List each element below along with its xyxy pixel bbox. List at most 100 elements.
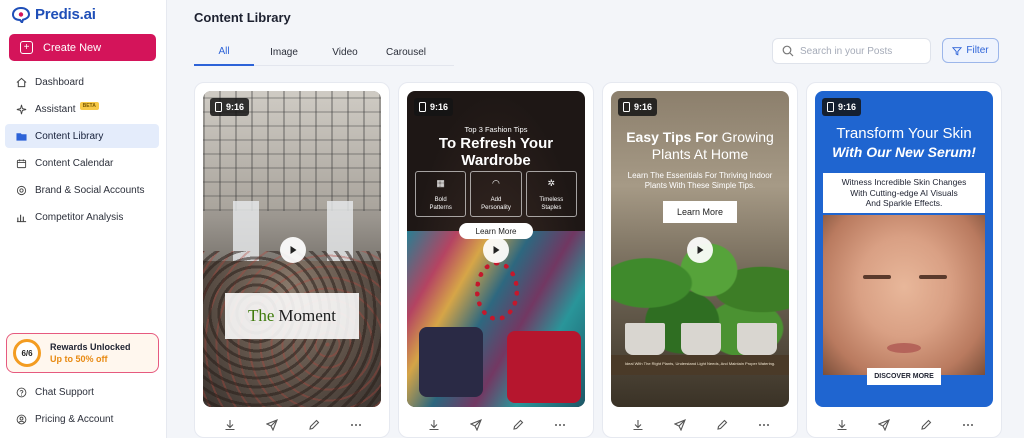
- calendar-icon: [16, 158, 27, 168]
- download-button[interactable]: [222, 417, 238, 433]
- feature-line2: Patterns: [429, 205, 452, 211]
- feature-box: ✲ Timeless Staples: [525, 171, 577, 217]
- publish-button[interactable]: [876, 417, 892, 433]
- edit-button[interactable]: [714, 417, 730, 433]
- card-thumbnail[interactable]: 9:16 Easy Tips For Growing Plants At Hom…: [611, 91, 789, 407]
- aspect-ratio-badge: 9:16: [210, 98, 250, 116]
- sidebar: Predis.ai + Create New Dashboard Assista…: [0, 0, 167, 438]
- content-card[interactable]: 9:16 The Moment: [194, 82, 390, 438]
- feature-line1: Timeless: [539, 197, 564, 203]
- sidebar-item-dashboard[interactable]: Dashboard: [5, 70, 159, 94]
- filter-label: Filter: [966, 45, 989, 56]
- edit-button[interactable]: [510, 417, 526, 433]
- pencil-icon: [921, 419, 932, 430]
- post-body: Witness Incredible Skin Changes With Cut…: [823, 173, 985, 213]
- download-button[interactable]: [426, 417, 442, 433]
- more-icon: [963, 424, 973, 426]
- feature-box: ◠ Add Personality: [470, 171, 522, 217]
- content-card[interactable]: 9:16 Easy Tips For Growing Plants At Hom…: [602, 82, 798, 438]
- beta-badge: BETA: [79, 102, 99, 110]
- ratio-label: 9:16: [226, 102, 245, 112]
- sidebar-item-label: Assistant: [35, 103, 76, 115]
- card-actions: [603, 417, 797, 433]
- star-icon: ✲: [547, 178, 556, 188]
- download-icon: [429, 420, 439, 431]
- sidebar-item-content-calendar[interactable]: Content Calendar: [5, 151, 159, 175]
- sidebar-item-content-library[interactable]: Content Library: [5, 124, 159, 148]
- phone-icon: [215, 102, 222, 112]
- play-button[interactable]: [280, 237, 306, 263]
- send-icon: [470, 419, 482, 431]
- thumbnail-bag: [419, 327, 483, 397]
- main-content: Content Library All Image Video Carousel…: [168, 0, 1024, 438]
- edit-button[interactable]: [306, 417, 322, 433]
- filter-icon: [952, 46, 963, 55]
- sidebar-item-competitor-analysis[interactable]: Competitor Analysis: [5, 205, 159, 229]
- sidebar-bottom-nav: Chat Support Pricing & Account: [5, 380, 159, 434]
- more-button[interactable]: [960, 417, 976, 433]
- tab-image[interactable]: Image: [254, 38, 314, 66]
- rewards-card[interactable]: 6/6 Rewards Unlocked Up to 50% off: [6, 333, 159, 373]
- sidebar-item-assistant[interactable]: Assistant BETA: [5, 97, 159, 121]
- publish-button[interactable]: [672, 417, 688, 433]
- thumbnail-face: [823, 215, 985, 375]
- search-input[interactable]: [800, 45, 920, 57]
- post-title-line2: Wardrobe: [461, 152, 531, 169]
- card-thumbnail[interactable]: 9:16 Transform Your Skin With Our New Se…: [815, 91, 993, 407]
- filter-button[interactable]: Filter: [942, 38, 999, 63]
- folder-icon: [16, 132, 27, 141]
- play-button[interactable]: [687, 237, 713, 263]
- overlay-highlight: The: [247, 306, 275, 325]
- overlay-caption: The Moment: [225, 293, 359, 339]
- send-icon: [266, 419, 278, 431]
- cta-button: Learn More: [663, 201, 737, 223]
- create-new-button[interactable]: + Create New: [9, 34, 156, 61]
- search-box[interactable]: [772, 38, 931, 64]
- card-thumbnail[interactable]: 9:16 The Moment: [203, 91, 381, 407]
- play-button[interactable]: [483, 237, 509, 263]
- post-title-line2: With Our New Serum!: [832, 144, 976, 160]
- download-button[interactable]: [834, 417, 850, 433]
- tab-carousel[interactable]: Carousel: [376, 38, 436, 66]
- play-icon: [493, 246, 500, 254]
- post-body-line3: And Sparkle Effects.: [865, 198, 943, 208]
- logo-text: Predis.ai: [35, 6, 96, 23]
- tab-video[interactable]: Video: [314, 38, 376, 66]
- post-body-line2: Plants With These Simple Tips.: [644, 181, 756, 190]
- edit-button[interactable]: [918, 417, 934, 433]
- logo[interactable]: Predis.ai: [12, 6, 96, 23]
- card-thumbnail[interactable]: 9:16 Top 3 Fashion Tips To Refresh Your …: [407, 91, 585, 407]
- aspect-ratio-badge: 9:16: [618, 98, 658, 116]
- content-card[interactable]: 9:16 Top 3 Fashion Tips To Refresh Your …: [398, 82, 594, 438]
- tab-all[interactable]: All: [194, 38, 254, 66]
- post-body: Learn The Essentials For Thriving Indoor…: [619, 171, 781, 191]
- sidebar-item-label: Content Library: [35, 130, 104, 142]
- sidebar-item-brand-social[interactable]: Brand & Social Accounts: [5, 178, 159, 202]
- more-button[interactable]: [756, 417, 772, 433]
- post-body-line1: Witness Incredible Skin Changes: [841, 177, 967, 187]
- pencil-icon: [309, 419, 320, 430]
- more-icon: [555, 424, 565, 426]
- content-card[interactable]: 9:16 Transform Your Skin With Our New Se…: [806, 82, 1002, 438]
- send-icon: [878, 419, 890, 431]
- post-title: To Refresh Your Wardrobe: [407, 135, 585, 169]
- thumbnail-eye: [919, 275, 947, 279]
- feature-line1: Bold: [434, 197, 447, 203]
- post-title-line2: Plants At Home: [651, 146, 749, 162]
- user-icon: [16, 414, 27, 424]
- sidebar-item-chat-support[interactable]: Chat Support: [5, 380, 159, 404]
- sidebar-item-pricing-account[interactable]: Pricing & Account: [5, 407, 159, 431]
- aspect-ratio-badge: 9:16: [414, 98, 454, 116]
- post-small-title: Top 3 Fashion Tips: [464, 125, 528, 134]
- ratio-label: 9:16: [838, 102, 857, 112]
- thumbnail-pot: [681, 323, 721, 355]
- post-body-line2: With Cutting-edge AI Visuals: [850, 187, 958, 198]
- download-button[interactable]: [630, 417, 646, 433]
- publish-button[interactable]: [468, 417, 484, 433]
- home-icon: [16, 77, 27, 87]
- pencil-icon: [717, 419, 728, 430]
- more-button[interactable]: [552, 417, 568, 433]
- publish-button[interactable]: [264, 417, 280, 433]
- bar-chart-icon: [16, 214, 27, 222]
- more-button[interactable]: [348, 417, 364, 433]
